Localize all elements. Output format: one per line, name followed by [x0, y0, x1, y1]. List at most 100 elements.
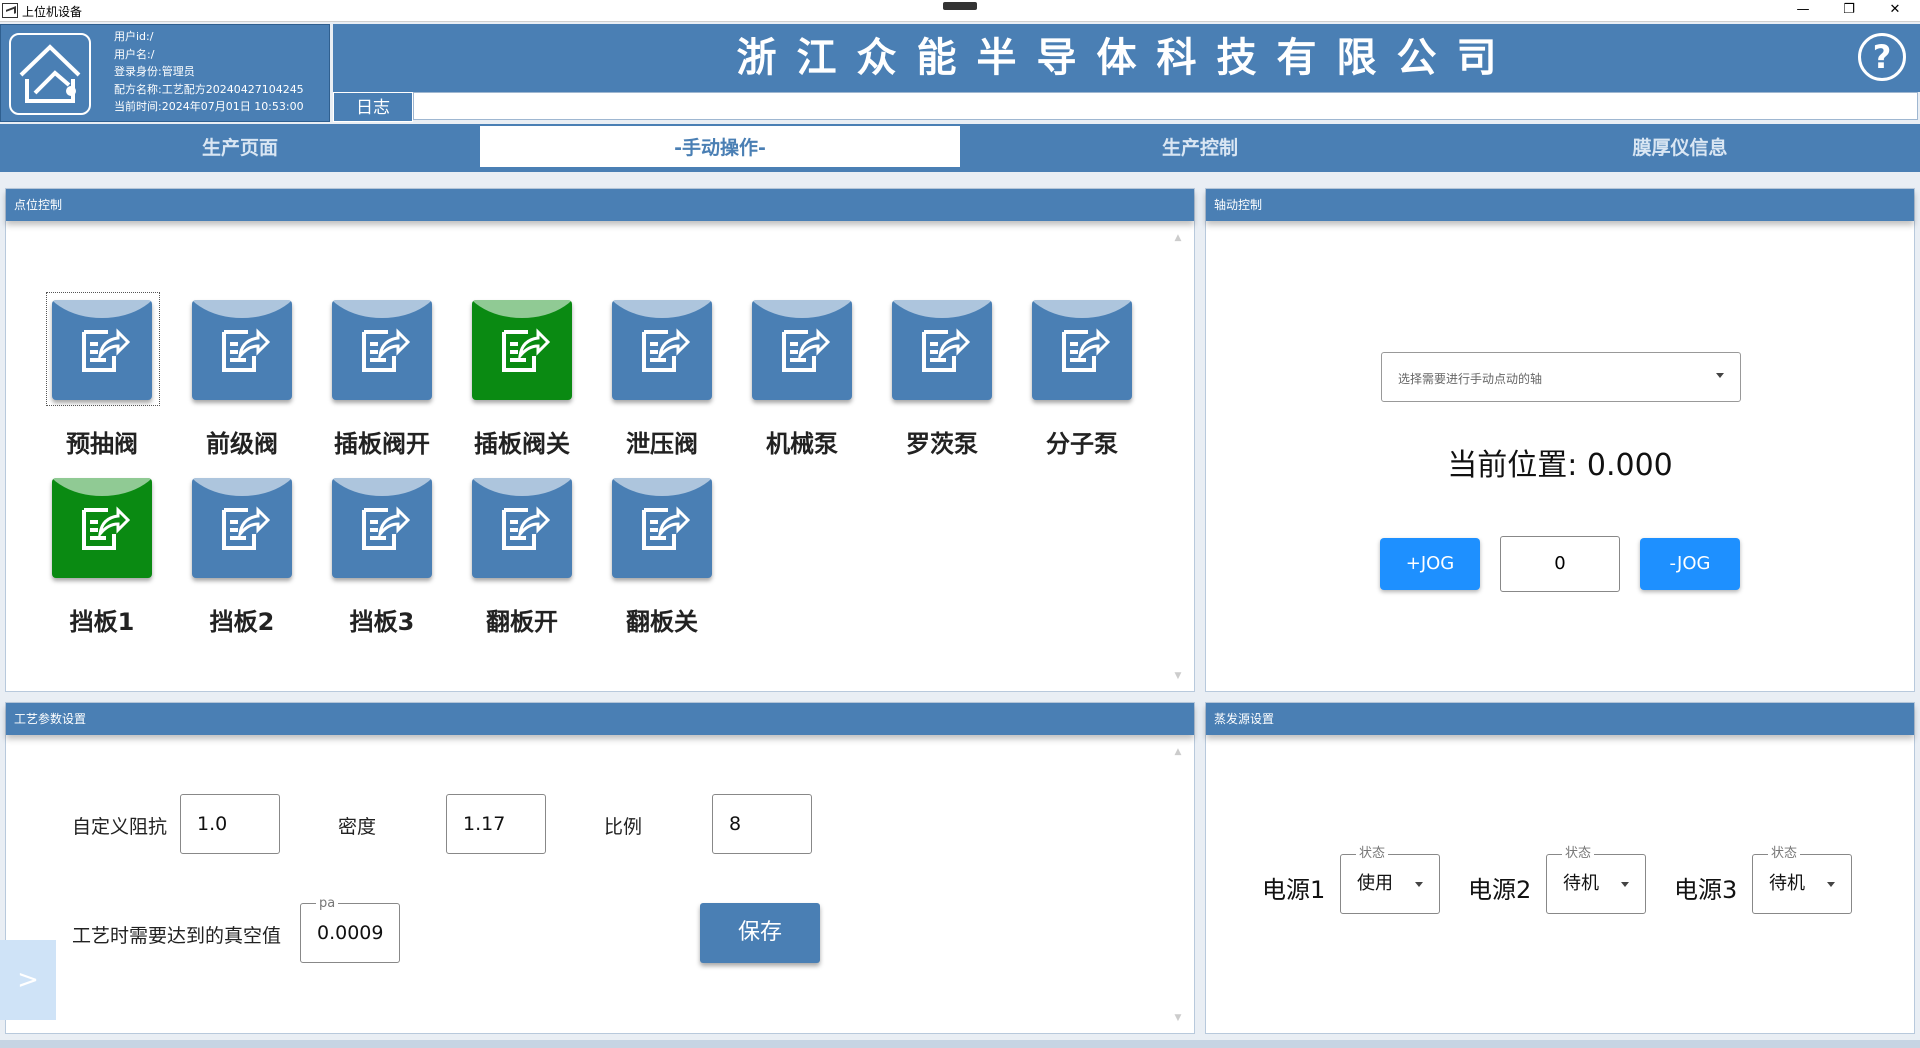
chevron-down-icon [1415, 882, 1423, 887]
power-source-2-state: 待机 [1563, 873, 1599, 894]
valve-label-5: 泄压阀 [626, 430, 698, 458]
axis-control-title: 轴动控制 [1206, 189, 1914, 221]
valve-label-12: 翻板开 [486, 608, 558, 636]
button-gloss [332, 300, 432, 318]
valve-button-10[interactable] [192, 478, 292, 578]
company-logo [9, 33, 91, 115]
recipe-name: 配方名称:工艺配方20240427104245 [114, 82, 304, 96]
scroll-up-icon[interactable]: ▲ [1172, 747, 1184, 759]
log-field[interactable] [413, 92, 1918, 120]
valve-label-3: 插板阀开 [334, 430, 430, 458]
power-source-2-label: 电源2 [1468, 876, 1532, 904]
tab-production-control[interactable]: 生产控制 [960, 124, 1440, 172]
button-gloss [192, 478, 292, 496]
scroll-down-icon[interactable]: ▼ [1172, 1013, 1184, 1025]
edit-share-icon-svg [782, 328, 830, 372]
valve-label-7: 罗茨泵 [906, 430, 978, 458]
drag-handle[interactable] [943, 2, 977, 10]
button-gloss [52, 478, 152, 496]
valve-button-11[interactable] [332, 478, 432, 578]
app-icon [2, 3, 18, 18]
side-drawer-toggle[interactable]: > [0, 940, 56, 1020]
close-button[interactable]: ✕ [1872, 0, 1918, 22]
save-button[interactable]: 保存 [700, 903, 820, 963]
edit-share-icon-svg [642, 506, 690, 550]
vacuum-input[interactable]: 0.0009 [300, 903, 400, 963]
impedance-input[interactable]: 1.0 [180, 794, 280, 854]
button-gloss [1032, 300, 1132, 318]
power-source-3-state-select[interactable]: 待机 [1752, 854, 1852, 914]
jog-plus-button[interactable]: +JOG [1380, 538, 1480, 590]
power-source-1-state-select[interactable]: 使用 [1340, 854, 1440, 914]
valve-label-4: 插板阀关 [474, 430, 570, 458]
axis-select-dropdown[interactable]: 选择需要进行手动点动的轴 [1381, 352, 1741, 402]
company-title: 浙江众能半导体科技有限公司 [736, 35, 1517, 81]
tab-production-page[interactable]: 生产页面 [0, 124, 480, 172]
edit-share-icon-svg [502, 506, 550, 550]
power-source-1-label: 电源1 [1262, 876, 1326, 904]
button-gloss [472, 300, 572, 318]
tab-film-thickness-info[interactable]: 膜厚仪信息 [1440, 124, 1920, 172]
scroll-down-icon[interactable]: ▼ [1172, 671, 1184, 683]
edit-share-icon-svg [362, 328, 410, 372]
valve-label-2: 前级阀 [206, 430, 278, 458]
valve-button-6[interactable] [752, 300, 852, 400]
user-info-text: 用户id:/ 用户名:/ 登录身份:管理员 配方名称:工艺配方202404271… [114, 28, 304, 116]
valve-label-11: 挡板3 [349, 608, 415, 636]
edit-share-icon-svg [922, 328, 970, 372]
valve-button-2[interactable] [192, 300, 292, 400]
user-name: 用户名:/ [114, 47, 155, 61]
user-info-panel: 用户id:/ 用户名:/ 登录身份:管理员 配方名称:工艺配方202404271… [0, 24, 330, 122]
bottom-scrollbar[interactable] [0, 1040, 1920, 1048]
edit-share-icon-svg [642, 328, 690, 372]
button-gloss [612, 478, 712, 496]
edit-share-icon-svg [502, 328, 550, 372]
process-params-panel: 工艺参数设置 ▲ ▼ [5, 702, 1195, 1034]
process-params-title: 工艺参数设置 [6, 703, 1194, 735]
button-gloss [752, 300, 852, 318]
density-input[interactable]: 1.17 [446, 794, 546, 854]
valve-button-5[interactable] [612, 300, 712, 400]
vacuum-label: 工艺时需要达到的真空值 [72, 925, 282, 947]
valve-button-3[interactable] [332, 300, 432, 400]
ratio-input[interactable]: 8 [712, 794, 812, 854]
impedance-label: 自定义阻抗 [72, 816, 168, 838]
user-id: 用户id:/ [114, 30, 154, 43]
power-source-2-state-caption: 状态 [1562, 842, 1595, 861]
valve-button-8[interactable] [1032, 300, 1132, 400]
valve-label-8: 分子泵 [1046, 430, 1118, 458]
focus-outline [46, 292, 160, 406]
valve-button-12[interactable] [472, 478, 572, 578]
jog-minus-button[interactable]: -JOG [1640, 538, 1740, 590]
window-title-bar: 上位机设备 — ❐ ✕ [0, 0, 1920, 22]
edit-share-icon-svg [222, 506, 270, 550]
jog-step-input[interactable]: 0 [1500, 536, 1620, 592]
valve-button-4[interactable] [472, 300, 572, 400]
power-source-3-state-caption: 状态 [1768, 842, 1801, 861]
button-gloss [472, 478, 572, 496]
minimize-button[interactable]: — [1780, 0, 1826, 22]
ratio-label: 比例 [604, 816, 643, 838]
edit-share-icon-svg [1062, 328, 1110, 372]
power-source-2-state-select[interactable]: 待机 [1546, 854, 1646, 914]
valve-button-7[interactable] [892, 300, 992, 400]
scroll-up-icon[interactable]: ▲ [1172, 233, 1184, 245]
valve-button-9[interactable] [52, 478, 152, 578]
button-gloss [612, 300, 712, 318]
help-icon[interactable]: ? [1858, 33, 1906, 81]
restore-button[interactable]: ❐ [1826, 0, 1872, 22]
valve-label-9: 挡板1 [69, 608, 135, 636]
button-gloss [332, 478, 432, 496]
current-position-readout: 当前位置: 0.000 [1447, 448, 1673, 483]
point-control-title: 点位控制 [6, 189, 1194, 221]
valve-button-13[interactable] [612, 478, 712, 578]
main-tab-bar: 生产页面 -手动操作- 生产控制 膜厚仪信息 [0, 124, 1920, 172]
current-time: 当前时间:2024年07月01日 10:53:00 [114, 100, 304, 113]
edit-share-icon-svg [222, 328, 270, 372]
chevron-down-icon [1716, 373, 1724, 378]
header-title-bar: 浙江众能半导体科技有限公司 [333, 24, 1920, 92]
valve-label-10: 挡板2 [209, 608, 275, 636]
valve-label-13: 翻板关 [626, 608, 698, 636]
tab-manual-operation[interactable]: -手动操作- [480, 126, 960, 170]
button-gloss [192, 300, 292, 318]
